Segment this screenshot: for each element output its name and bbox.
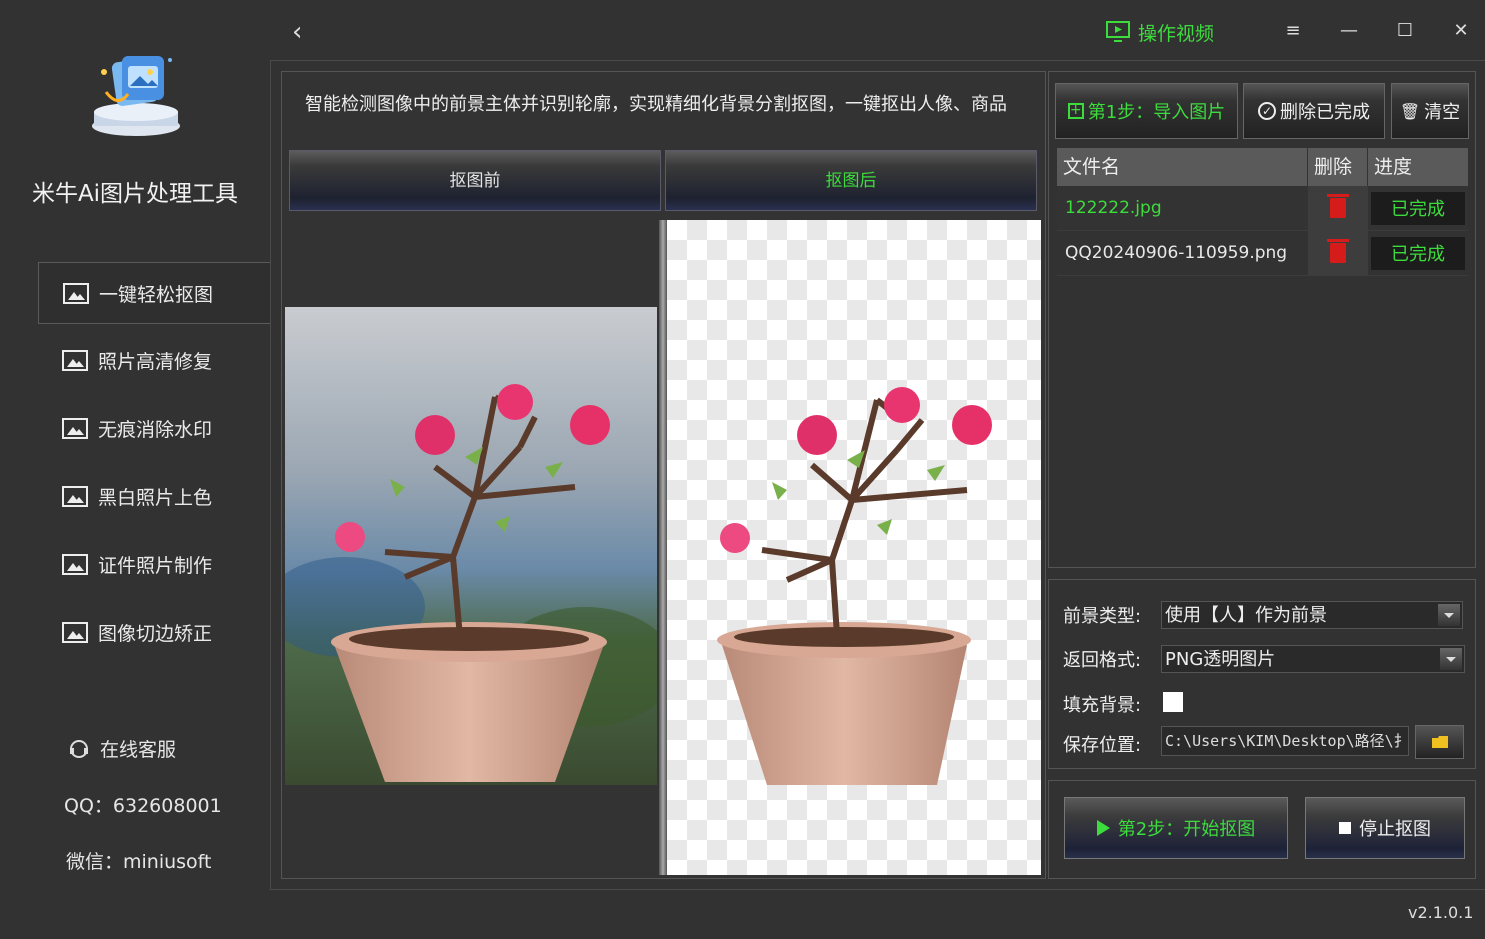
headset-icon (70, 739, 88, 758)
folder-icon (1431, 736, 1448, 748)
plus-square-icon: + (1067, 103, 1084, 119)
row-filename: 122222.jpg (1065, 198, 1162, 218)
image-icon (62, 417, 88, 439)
trash-icon (1327, 239, 1349, 263)
clear-button[interactable]: 🗑 清空 (1391, 83, 1469, 139)
compare-splitter[interactable] (659, 220, 667, 875)
online-support-label: 在线客服 (100, 739, 177, 761)
column-header-progress: 进度 (1374, 156, 1413, 178)
sidebar-item-colorize[interactable]: 黑白照片上色 (38, 466, 270, 526)
image-icon (62, 553, 88, 575)
minimize-button[interactable]: — (1334, 16, 1364, 46)
stop-cutout-button[interactable]: 停止抠图 (1305, 797, 1465, 859)
sidebar-item-label: 图像切边矫正 (98, 622, 213, 645)
trash-icon (1327, 194, 1349, 218)
wechat-contact: 微信：miniusoft (66, 851, 212, 873)
table-header: 文件名 删除 进度 (1057, 148, 1468, 186)
table-row[interactable]: 122222.jpg 已完成 (1057, 186, 1468, 231)
trash-icon: 🗑 (1399, 101, 1421, 121)
app-logo (88, 48, 184, 140)
save-location-label: 保存位置: (1063, 735, 1142, 756)
file-table: 文件名 删除 进度 122222.jpg 已完成 QQ20240906-1109… (1057, 148, 1468, 276)
fill-background-checkbox[interactable] (1163, 692, 1183, 712)
tutorial-video-label: 操作视频 (1138, 22, 1215, 45)
chevron-down-icon (1438, 604, 1460, 626)
delete-completed-button[interactable]: ✓ 删除已完成 (1243, 83, 1385, 139)
check-circle-icon: ✓ (1258, 102, 1276, 120)
play-icon (1096, 820, 1110, 836)
import-images-label: 第1步：导入图片 (1087, 102, 1226, 123)
row-progress: 已完成 (1371, 236, 1465, 270)
back-button[interactable]: ‹ (292, 18, 316, 46)
start-cutout-button[interactable]: 第2步：开始抠图 (1064, 797, 1288, 859)
image-icon (63, 282, 89, 304)
row-filename: QQ20240906-110959.png (1065, 243, 1288, 263)
sidebar-item-label: 一键轻松抠图 (99, 283, 214, 306)
online-support-link[interactable]: 在线客服 (68, 735, 176, 762)
maximize-button[interactable]: ☐ (1390, 16, 1420, 46)
before-image (285, 307, 657, 785)
tutorial-video-button[interactable]: 操作视频 (1106, 18, 1214, 46)
image-icon (62, 485, 88, 507)
browse-folder-button[interactable] (1415, 725, 1464, 759)
foreground-type-select[interactable]: 使用【人】作为前景 (1161, 601, 1463, 629)
save-path-input[interactable]: C:\Users\KIM\Desktop\路径\扌 (1161, 726, 1409, 756)
sidebar-item-id-photo[interactable]: 证件照片制作 (38, 534, 270, 594)
clear-label: 清空 (1424, 102, 1461, 123)
return-format-label: 返回格式: (1063, 650, 1142, 671)
tab-after[interactable]: 抠图后 (665, 150, 1037, 211)
fill-background-label: 填充背景: (1063, 695, 1142, 716)
delete-completed-label: 删除已完成 (1280, 102, 1370, 123)
qq-contact: QQ：632608001 (64, 795, 222, 817)
table-row[interactable]: QQ20240906-110959.png 已完成 (1057, 231, 1468, 276)
sidebar-item-watermark[interactable]: 无痕消除水印 (38, 398, 270, 458)
foreground-type-label: 前景类型: (1063, 606, 1142, 627)
return-format-value: PNG透明图片 (1165, 649, 1276, 670)
return-format-select[interactable]: PNG透明图片 (1161, 645, 1465, 673)
sidebar-item-cutout[interactable]: 一键轻松抠图 (38, 262, 271, 324)
row-delete-button[interactable] (1308, 186, 1368, 230)
app-name: 米牛Ai图片处理工具 (31, 181, 239, 207)
stop-icon (1339, 822, 1351, 834)
version-label: v2.1.0.1 (1408, 903, 1474, 922)
sidebar-item-restore[interactable]: 照片高清修复 (38, 330, 270, 390)
foreground-type-value: 使用【人】作为前景 (1165, 605, 1327, 626)
sidebar-item-label: 黑白照片上色 (98, 486, 213, 509)
file-list-panel (1048, 71, 1476, 568)
video-icon (1106, 21, 1130, 42)
row-delete-button[interactable] (1308, 231, 1368, 275)
after-image (667, 220, 1041, 875)
stop-cutout-label: 停止抠图 (1359, 819, 1431, 840)
column-header-filename: 文件名 (1057, 148, 1308, 186)
feature-description: 智能检测图像中的前景主体并识别轮廓，实现精细化背景分割抠图，一键抠出人像、商品 (305, 94, 1007, 115)
tab-before[interactable]: 抠图前 (289, 150, 661, 211)
close-button[interactable]: ✕ (1446, 16, 1476, 46)
chevron-down-icon (1440, 648, 1462, 670)
column-header-delete: 删除 (1308, 148, 1368, 186)
sidebar-item-label: 无痕消除水印 (98, 418, 213, 441)
row-progress: 已完成 (1371, 191, 1465, 225)
sidebar-item-label: 照片高清修复 (98, 350, 213, 373)
import-images-button[interactable]: + 第1步：导入图片 (1055, 83, 1238, 139)
image-icon (62, 621, 88, 643)
image-icon (62, 349, 88, 371)
start-cutout-label: 第2步：开始抠图 (1117, 819, 1256, 840)
sidebar-item-label: 证件照片制作 (98, 554, 213, 577)
menu-icon[interactable]: ≡ (1278, 16, 1308, 46)
sidebar-item-crop[interactable]: 图像切边矫正 (38, 602, 270, 662)
